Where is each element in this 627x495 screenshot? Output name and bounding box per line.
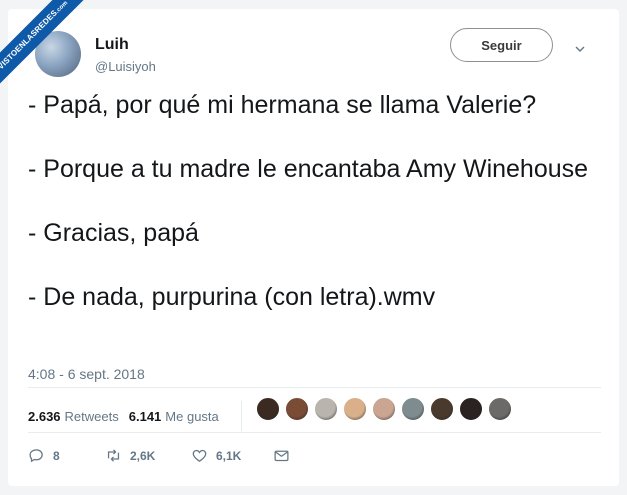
liker-avatar[interactable] — [401, 397, 425, 421]
heart-icon — [192, 449, 207, 462]
dm-button[interactable] — [273, 447, 298, 464]
liker-avatar[interactable] — [372, 397, 396, 421]
tweet-line: - Papá, por qué mi hermana se llama Vale… — [28, 91, 537, 119]
tweet-timestamp[interactable]: 4:08 - 6 sept. 2018 — [28, 366, 145, 382]
liker-avatars — [256, 397, 517, 421]
follow-button[interactable]: Seguir — [450, 28, 553, 62]
user-name[interactable]: Luih — [95, 36, 129, 54]
retweet-icon — [107, 449, 120, 462]
chevron-down-icon[interactable] — [575, 44, 585, 54]
user-handle[interactable]: @Luisiyoh — [95, 59, 156, 74]
liker-avatar[interactable] — [430, 397, 454, 421]
likes-label[interactable]: Me gusta — [165, 409, 218, 424]
stats-separator — [240, 401, 242, 431]
tweet-line: - Porque a tu madre le encantaba Amy Win… — [28, 155, 589, 183]
action-bar: 8 2,6K 6,1K — [28, 447, 298, 464]
liker-avatar[interactable] — [459, 397, 483, 421]
liker-avatar[interactable] — [343, 397, 367, 421]
like-button[interactable]: 6,1K — [191, 447, 273, 464]
tweet-text: - Papá, por qué mi hermana se llama Vale… — [28, 89, 608, 345]
liker-avatar[interactable] — [285, 397, 309, 421]
tweet-card: Luih @Luisiyoh Seguir - Papá, por qué mi… — [8, 9, 619, 486]
tweet-line: - Gracias, papá — [28, 219, 199, 247]
like-count: 6,1K — [216, 448, 242, 463]
likes-count[interactable]: 6.141 — [129, 409, 162, 424]
liker-avatar[interactable] — [256, 397, 280, 421]
retweet-count: 2,6K — [130, 448, 156, 463]
engagement-stats: 2.636 Retweets 6.141 Me gusta — [28, 401, 248, 431]
divider — [28, 387, 601, 388]
retweet-button[interactable]: 2,6K — [105, 447, 191, 464]
reply-count: 8 — [53, 448, 60, 463]
divider — [28, 432, 601, 433]
retweets-label[interactable]: Retweets — [65, 409, 119, 424]
retweets-count[interactable]: 2.636 — [28, 409, 61, 424]
reply-button[interactable]: 8 — [28, 447, 105, 464]
envelope-icon — [274, 450, 289, 462]
tweet-line: - De nada, purpurina (con letra).wmv — [28, 283, 436, 311]
liker-avatar[interactable] — [488, 397, 512, 421]
liker-avatar[interactable] — [314, 397, 338, 421]
reply-icon — [29, 449, 43, 463]
